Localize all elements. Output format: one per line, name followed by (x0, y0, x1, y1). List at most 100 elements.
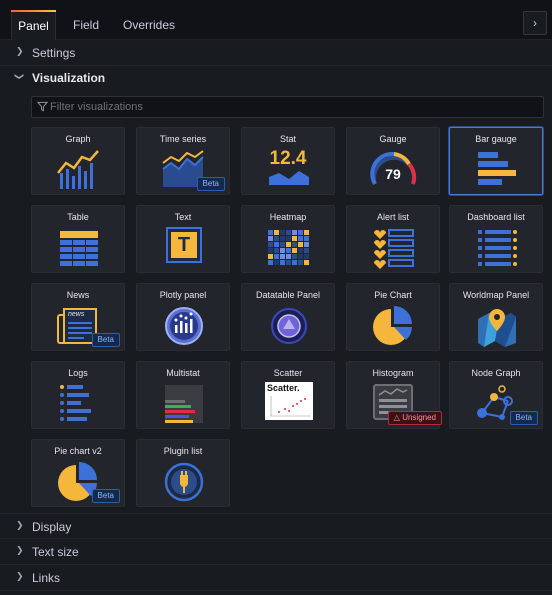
filter-visualizations[interactable] (31, 96, 544, 118)
heatmap-cell (292, 230, 297, 235)
heatmap-cell (286, 236, 291, 241)
plugin-list-icon (164, 462, 204, 502)
chevron-right-icon: ❯ (16, 46, 24, 56)
chevron-right-icon: › (533, 16, 537, 30)
section-title: Links (32, 571, 61, 585)
heatmap-cell (268, 236, 273, 241)
viz-card-dashboard-list[interactable]: Dashboard list (449, 205, 543, 273)
heatmap-cell (280, 260, 285, 265)
stat-value: 12.4 (269, 148, 307, 169)
viz-card-datatable-panel[interactable]: Datatable Panel (241, 283, 335, 351)
heatmap-cell (304, 236, 309, 241)
beta-badge: Beta (196, 177, 225, 191)
viz-card-logs[interactable]: Logs (31, 361, 125, 429)
chevron-right-icon: ❯ (16, 545, 24, 555)
pie-chart-icon (373, 306, 412, 345)
viz-card-histogram[interactable]: Histogram △ Unsigned (346, 361, 442, 429)
tab-field[interactable]: Field (66, 10, 106, 40)
filter-input[interactable] (50, 98, 530, 116)
section-visualization[interactable]: ❯ Visualization (0, 65, 552, 91)
table-icon (60, 231, 98, 266)
heatmap-cell (304, 260, 309, 265)
options-pane: ❯ Settings ❯ Visualization Graph Time se… (0, 40, 552, 595)
collapse-options-button[interactable]: › (523, 11, 547, 35)
heatmap-cell (286, 230, 291, 235)
filter-icon (37, 101, 48, 112)
heatmap-cell (286, 260, 291, 265)
stat-sparkline-icon (269, 171, 309, 185)
heatmap-cell (268, 230, 273, 235)
section-title: Settings (32, 46, 76, 60)
tab-overrides[interactable]: Overrides (118, 10, 180, 40)
viz-card-pie-chart[interactable]: Pie Chart (346, 283, 440, 351)
viz-card-heatmap[interactable]: Heatmap (241, 205, 335, 273)
viz-card-gauge[interactable]: Gauge 79 (346, 127, 440, 195)
beta-badge: Beta (91, 333, 120, 347)
viz-card-bar-gauge[interactable]: Bar gauge (449, 127, 543, 195)
heatmap-cell (298, 254, 303, 259)
heatmap-cell (268, 254, 273, 259)
text-letter: T (171, 232, 197, 258)
viz-card-news[interactable]: News news Beta (31, 283, 125, 351)
heatmap-cell (268, 242, 273, 247)
chevron-right-icon: ❯ (16, 571, 24, 581)
viz-card-worldmap-panel[interactable]: Worldmap Panel (449, 283, 543, 351)
heatmap-cell (274, 260, 279, 265)
heatmap-cell (274, 242, 279, 247)
tab-panel[interactable]: Panel (11, 10, 56, 40)
section-title: Text size (32, 545, 79, 559)
dashboard-list-icon (478, 230, 517, 266)
bar-gauge-icon (478, 152, 516, 185)
heatmap-cell (274, 236, 279, 241)
heatmap-cell (304, 248, 309, 253)
viz-card-text[interactable]: Text T (136, 205, 230, 273)
section-settings[interactable]: ❯ Settings (0, 40, 552, 66)
section-links[interactable]: ❯ Links (0, 565, 552, 591)
heatmap-cell (286, 248, 291, 253)
text-icon: T (166, 227, 202, 263)
panel-editor-tabs: Panel Field Overrides › (0, 0, 552, 40)
beta-badge: Beta (91, 489, 120, 503)
heatmap-cell (274, 254, 279, 259)
section-title: Display (32, 520, 72, 534)
alert-list-icon (374, 229, 414, 269)
heatmap-cell (292, 242, 297, 247)
heatmap-cell (286, 242, 291, 247)
section-title: Visualization (32, 71, 106, 85)
heatmap-cell (292, 236, 297, 241)
heatmap-icon (268, 230, 309, 265)
viz-card-scatter[interactable]: Scatter Scatter. (241, 361, 335, 429)
heatmap-cell (298, 260, 303, 265)
viz-card-plugin-list[interactable]: Plugin list (136, 439, 230, 507)
viz-card-table[interactable]: Table (31, 205, 125, 273)
viz-card-time-series[interactable]: Time series Beta (136, 127, 230, 195)
section-display[interactable]: ❯ Display (0, 513, 552, 539)
viz-card-multistat[interactable]: Multistat (136, 361, 230, 429)
datatable-icon (271, 308, 307, 344)
heatmap-cell (280, 242, 285, 247)
plotly-icon (165, 307, 203, 345)
viz-card-alert-list[interactable]: Alert list (346, 205, 440, 273)
chevron-right-icon: ❯ (16, 520, 24, 530)
beta-badge: Beta (509, 411, 538, 425)
scatter-points-icon (270, 396, 311, 417)
heatmap-cell (304, 230, 309, 235)
heatmap-cell (274, 230, 279, 235)
section-text-size[interactable]: ❯ Text size (0, 539, 552, 565)
heatmap-cell (298, 230, 303, 235)
worldmap-icon (478, 309, 516, 347)
viz-card-graph[interactable]: Graph (31, 127, 125, 195)
scatter-icon: Scatter. (265, 382, 313, 420)
news-label: news (68, 311, 85, 318)
heatmap-cell (280, 230, 285, 235)
heatmap-cell (298, 242, 303, 247)
multistat-icon (165, 385, 203, 423)
heatmap-cell (280, 236, 285, 241)
viz-card-node-graph[interactable]: Node Graph Beta (449, 361, 543, 429)
unsigned-badge: △ Unsigned (387, 411, 442, 425)
heatmap-cell (268, 260, 273, 265)
heatmap-cell (280, 248, 285, 253)
viz-card-stat[interactable]: Stat 12.4 (241, 127, 335, 195)
viz-card-pie-chart-v2[interactable]: Pie chart v2 Beta (31, 439, 125, 507)
viz-card-plotly-panel[interactable]: Plotly panel (136, 283, 230, 351)
